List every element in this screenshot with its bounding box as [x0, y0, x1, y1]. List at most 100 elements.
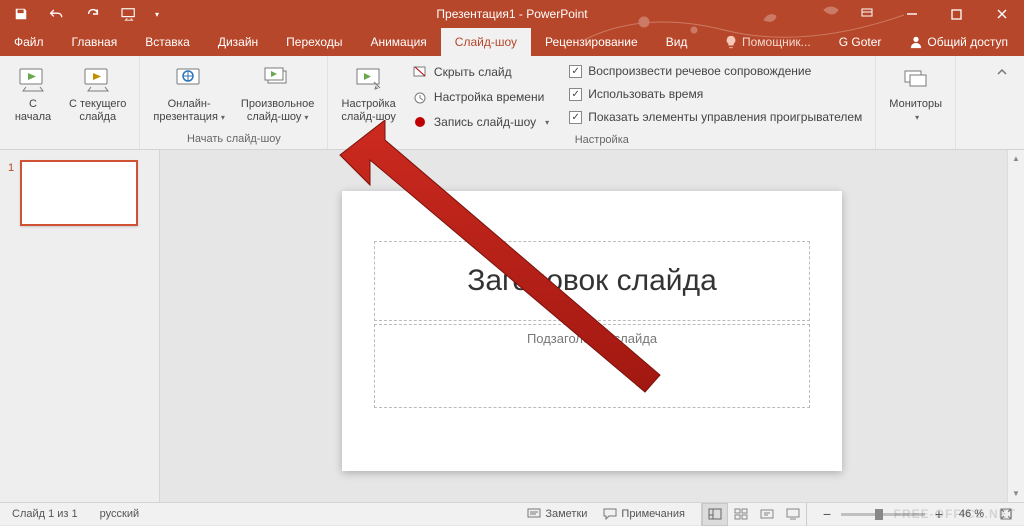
zoom-track[interactable]: [841, 513, 925, 516]
from-current-button[interactable]: С текущегослайда: [62, 59, 133, 127]
group-monitors: Мониторы▾: [876, 56, 956, 149]
notes-button[interactable]: Заметки: [523, 503, 591, 526]
checkbox-checked-icon: ✓: [569, 111, 582, 124]
play-narrations-label: Воспроизвести речевое сопровождение: [588, 64, 811, 78]
slide-editor[interactable]: Заголовок слайда Подзаголовок слайда ▲ ▼: [160, 150, 1024, 502]
workspace: 1 Заголовок слайда Подзаголовок слайда ▲…: [0, 150, 1024, 502]
hide-slide-icon: [412, 64, 428, 80]
tab-animations[interactable]: Анимация: [356, 28, 440, 56]
group-label-start: Начать слайд-шоу: [146, 132, 321, 149]
slide-thumbnail-1[interactable]: [20, 160, 138, 226]
title-bar: ▾ Презентация1 - PowerPoint: [0, 0, 1024, 28]
group-start-slideshow-2: Онлайн-презентация▾ Произвольноеслайд-шо…: [140, 56, 328, 149]
zoom-thumb[interactable]: [875, 509, 883, 520]
tab-insert[interactable]: Вставка: [131, 28, 204, 56]
tab-file[interactable]: Файл: [0, 28, 58, 56]
rehearse-label: Настройка времени: [434, 90, 544, 104]
undo-icon[interactable]: [44, 0, 70, 28]
zoom-out-button[interactable]: −: [819, 506, 835, 522]
from-current-icon: [82, 64, 114, 96]
custom-slideshow-button[interactable]: Произвольноеслайд-шоу▾: [234, 59, 321, 127]
setup-slideshow-icon: [353, 64, 385, 96]
setup-slideshow-button[interactable]: Настройкаслайд-шоу: [334, 59, 403, 127]
collapse-ribbon-icon[interactable]: [990, 62, 1014, 82]
notes-icon: [527, 508, 541, 520]
ribbon-options-icon[interactable]: [844, 0, 889, 28]
scroll-up-icon[interactable]: ▲: [1008, 150, 1024, 167]
slide-thumbnail-panel: 1: [0, 150, 160, 502]
group-label-setup: Настройка: [334, 133, 869, 149]
slideshow-view-button[interactable]: [780, 503, 806, 526]
language-indicator[interactable]: русский: [96, 503, 143, 526]
status-bar: Слайд 1 из 1 русский Заметки Примечания …: [0, 502, 1024, 525]
ribbon-tabs: Файл Главная Вставка Дизайн Переходы Ани…: [0, 28, 1024, 56]
comments-label: Примечания: [621, 508, 685, 520]
show-media-controls-checkbox[interactable]: ✓ Показать элементы управления проигрыва…: [562, 107, 869, 127]
record-label: Запись слайд-шоу: [434, 115, 536, 129]
fit-icon: [999, 507, 1013, 521]
window-controls: [844, 0, 1024, 28]
use-timings-label: Использовать время: [588, 87, 703, 101]
start-show-icon[interactable]: [116, 0, 142, 28]
chevron-down-icon: ▾: [915, 113, 919, 122]
tab-view[interactable]: Вид: [652, 28, 702, 56]
tab-design[interactable]: Дизайн: [204, 28, 272, 56]
group-start-slideshow: Сначала С текущегослайда: [0, 56, 140, 149]
record-slideshow-button[interactable]: Запись слайд-шоу ▾: [405, 111, 556, 133]
hide-slide-button[interactable]: Скрыть слайд: [405, 61, 556, 83]
chevron-down-icon: ▾: [304, 113, 308, 122]
tell-me-search[interactable]: Помощник...: [714, 35, 821, 49]
vertical-scrollbar[interactable]: ▲ ▼: [1007, 150, 1024, 502]
sorter-view-button[interactable]: [728, 503, 754, 526]
group-setup: Настройкаслайд-шоу Скрыть слайд Настройк…: [328, 56, 876, 149]
monitors-icon: [900, 64, 932, 96]
custom-slideshow-icon: [262, 64, 294, 96]
present-online-icon: [173, 64, 205, 96]
quick-access-toolbar: ▾: [0, 0, 167, 28]
comments-button[interactable]: Примечания: [599, 503, 689, 526]
present-online-button[interactable]: Онлайн-презентация▾: [146, 59, 232, 127]
checkbox-checked-icon: ✓: [569, 88, 582, 101]
maximize-icon[interactable]: [934, 0, 979, 28]
play-narrations-checkbox[interactable]: ✓ Воспроизвести речевое сопровождение: [562, 61, 869, 81]
normal-view-button[interactable]: [702, 503, 728, 526]
use-timings-checkbox[interactable]: ✓ Использовать время: [562, 84, 869, 104]
tab-review[interactable]: Рецензирование: [531, 28, 652, 56]
scroll-down-icon[interactable]: ▼: [1008, 485, 1024, 502]
save-icon[interactable]: [8, 0, 34, 28]
tab-transitions[interactable]: Переходы: [272, 28, 356, 56]
lightbulb-icon: [724, 35, 738, 49]
from-beginning-button[interactable]: Сначала: [6, 59, 60, 127]
zoom-in-button[interactable]: +: [931, 506, 947, 522]
qat-customize-icon[interactable]: ▾: [155, 10, 159, 19]
zoom-slider[interactable]: − +: [819, 506, 947, 522]
tell-me-label: Помощник...: [742, 35, 811, 49]
from-beginning-icon: [17, 64, 49, 96]
redo-icon[interactable]: [80, 0, 106, 28]
share-person-icon: [909, 35, 923, 49]
notes-label: Заметки: [545, 508, 587, 520]
chevron-down-icon: ▾: [221, 113, 225, 122]
slide-canvas[interactable]: Заголовок слайда Подзаголовок слайда: [342, 191, 842, 471]
show-controls-label: Показать элементы управления проигрывате…: [588, 110, 862, 124]
subtitle-placeholder[interactable]: Подзаголовок слайда: [374, 324, 810, 408]
ribbon: Сначала С текущегослайда Онлайн-презента…: [0, 56, 1024, 150]
user-account[interactable]: G Goter: [825, 35, 896, 49]
fit-to-window-button[interactable]: [996, 504, 1016, 524]
zoom-level[interactable]: 46 %: [955, 503, 988, 526]
title-placeholder[interactable]: Заголовок слайда: [374, 241, 810, 321]
rehearse-timings-button[interactable]: Настройка времени: [405, 86, 556, 108]
tab-home[interactable]: Главная: [58, 28, 132, 56]
close-icon[interactable]: [979, 0, 1024, 28]
share-label: Общий доступ: [927, 35, 1008, 49]
reading-view-button[interactable]: [754, 503, 780, 526]
monitors-button[interactable]: Мониторы▾: [882, 59, 949, 127]
minimize-icon[interactable]: [889, 0, 934, 28]
view-buttons: [701, 503, 807, 526]
slide-thumbnail-number: 1: [8, 160, 16, 174]
share-button[interactable]: Общий доступ: [899, 35, 1018, 49]
slide-counter[interactable]: Слайд 1 из 1: [8, 503, 82, 526]
hide-slide-label: Скрыть слайд: [434, 65, 512, 79]
comments-icon: [603, 508, 617, 520]
tab-slideshow[interactable]: Слайд-шоу: [441, 28, 531, 56]
